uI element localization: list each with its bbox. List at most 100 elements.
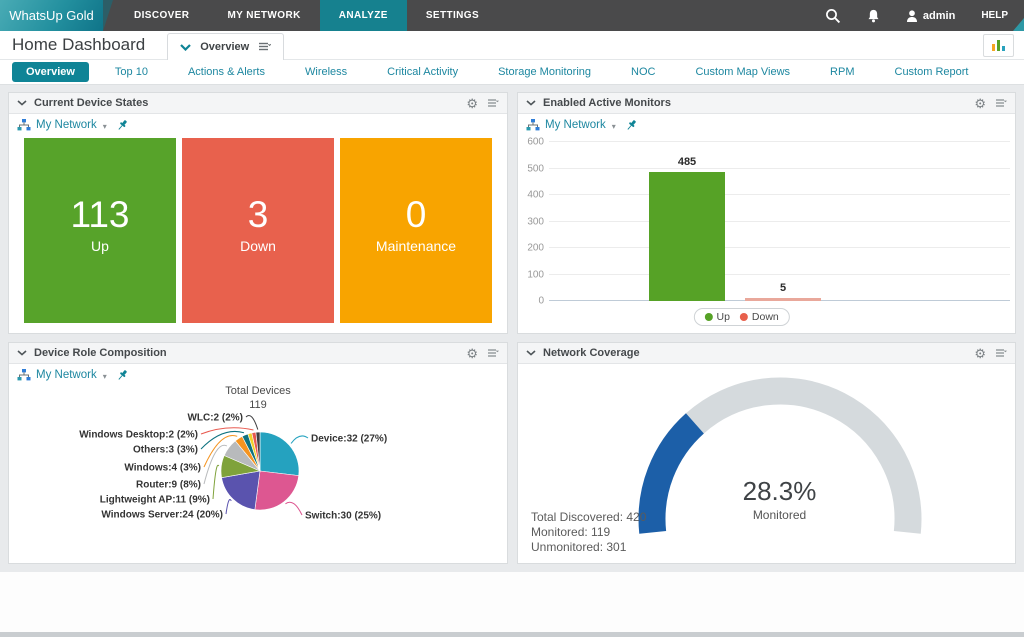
y-axis-tick: 200 (527, 243, 544, 254)
scope-selector[interactable]: My Network (545, 119, 606, 131)
tile-maintenance[interactable]: 0 Maintenance (340, 138, 492, 323)
tile-up[interactable]: 113 Up (24, 138, 176, 323)
tab-top-10[interactable]: Top 10 (101, 62, 162, 82)
tab-noc[interactable]: NOC (617, 62, 669, 82)
mini-bar-chart-icon (992, 44, 995, 51)
panel-title: Enabled Active Monitors (543, 97, 671, 109)
pie-label-wlc: WLC:2 (2%) (187, 413, 243, 424)
tab-actions-alerts[interactable]: Actions & Alerts (174, 62, 279, 82)
tab-custom-report[interactable]: Custom Report (881, 62, 983, 82)
tab-storage-monitoring[interactable]: Storage Monitoring (484, 62, 605, 82)
legend-dot (704, 313, 712, 321)
pie-label-device: Device:32 (27%) (311, 434, 387, 445)
tile-value: 0 (406, 194, 427, 236)
nav-item-settings[interactable]: SETTINGS (407, 0, 498, 31)
bar-value-label: 485 (678, 156, 696, 168)
gauge-percent: 28.3% (531, 476, 1016, 507)
legend-item-down: Down (740, 311, 779, 323)
caret-down-icon[interactable]: ▾ (103, 372, 107, 381)
dashboard-chart-button[interactable] (983, 34, 1014, 57)
collapse-chevron-icon[interactable] (17, 100, 27, 106)
pie-label-windows-server: Windows Server:24 (20%) (101, 510, 223, 521)
tile-value: 3 (248, 194, 269, 236)
bar-down (745, 298, 821, 301)
scope-selector[interactable]: My Network (36, 369, 97, 381)
nav-item-analyze[interactable]: ANALYZE (320, 0, 407, 31)
collapse-chevron-icon[interactable] (526, 100, 536, 106)
pie-label-router: Router:9 (8%) (136, 480, 201, 491)
corner-accent (1013, 18, 1024, 31)
tab-custom-map-views[interactable]: Custom Map Views (681, 62, 804, 82)
nav-item-discover[interactable]: DISCOVER (115, 0, 208, 31)
main-menu: DISCOVERMY NETWORKANALYZESETTINGS (115, 0, 498, 31)
coverage-stats: Total Discovered: 420Monitored: 119Unmon… (531, 510, 646, 555)
gridline (549, 141, 1010, 142)
pie-label-switch: Switch:30 (25%) (305, 511, 381, 522)
y-axis-tick: 500 (527, 163, 544, 174)
tile-label: Maintenance (376, 238, 456, 254)
chart-legend: Up Down (693, 308, 789, 326)
gridline (549, 194, 1010, 195)
top-navbar: WhatsUp Gold DISCOVERMY NETWORKANALYZESE… (0, 0, 1024, 31)
dashboard-header: Home Dashboard Overview (0, 31, 1024, 60)
user-icon (906, 10, 918, 22)
panel-menu-icon[interactable] (995, 99, 1007, 108)
tab-wireless[interactable]: Wireless (291, 62, 361, 82)
tile-down[interactable]: 3 Down (182, 138, 334, 323)
dashboard-view-selector[interactable]: Overview (167, 33, 284, 60)
stat-line: Monitored: 119 (531, 525, 646, 540)
panel-menu-icon[interactable] (487, 349, 499, 358)
y-axis-tick: 300 (527, 216, 544, 227)
panel-device-role-composition: Device Role Composition ⚙ My Network ▾ T… (8, 342, 508, 564)
gridline (549, 168, 1010, 169)
y-axis-tick: 600 (527, 137, 544, 148)
tab-critical-activity[interactable]: Critical Activity (373, 62, 472, 82)
collapse-chevron-icon[interactable] (17, 350, 27, 356)
panel-network-coverage: Network Coverage ⚙ 28.3% Monitored Total… (517, 342, 1016, 564)
tile-label: Up (91, 238, 109, 254)
pin-icon[interactable] (116, 119, 129, 132)
gridline (549, 221, 1010, 222)
collapse-chevron-icon[interactable] (526, 350, 536, 356)
panel-menu-icon[interactable] (995, 349, 1007, 358)
pie-chart: Total Devices 119 Device:32 (27%)Switch:… (9, 384, 507, 563)
search-icon[interactable] (825, 8, 841, 24)
nav-item-my-network[interactable]: MY NETWORK (208, 0, 319, 31)
gear-icon[interactable]: ⚙ (466, 347, 478, 360)
tile-value: 113 (71, 194, 130, 236)
caret-down-icon[interactable]: ▾ (103, 122, 107, 131)
pie-slice-device (260, 432, 299, 476)
y-axis-tick: 100 (527, 269, 544, 280)
panel-menu-icon[interactable] (487, 99, 499, 108)
user-menu[interactable]: admin (906, 10, 955, 22)
list-menu-icon (258, 42, 271, 52)
pin-icon[interactable] (625, 119, 638, 132)
pie-leader-line (246, 416, 258, 430)
gridline (549, 247, 1010, 248)
panel-title: Device Role Composition (34, 347, 167, 359)
tab-rpm[interactable]: RPM (816, 62, 868, 82)
y-axis-tick: 0 (538, 296, 544, 307)
tile-label: Down (240, 238, 276, 254)
page-background (0, 572, 1024, 632)
legend-dot (740, 313, 748, 321)
panel-current-device-states: Current Device States ⚙ My Network ▾ (8, 92, 508, 334)
app-logo[interactable]: WhatsUp Gold (0, 0, 103, 31)
gear-icon[interactable]: ⚙ (974, 347, 986, 360)
pie-svg: Device:32 (27%) Switch:30 (25%) Windows Se… (9, 384, 507, 564)
gear-icon[interactable]: ⚙ (466, 97, 478, 110)
tab-overview[interactable]: Overview (12, 62, 89, 82)
bar-up (649, 172, 725, 301)
caret-down-icon[interactable]: ▾ (612, 122, 616, 131)
scope-selector[interactable]: My Network (36, 119, 97, 131)
chevron-down-icon (180, 44, 191, 51)
notifications-bell-icon[interactable] (867, 9, 880, 23)
gear-icon[interactable]: ⚙ (974, 97, 986, 110)
panel-enabled-active-monitors: Enabled Active Monitors ⚙ My Network ▾ 0… (517, 92, 1016, 334)
help-link[interactable]: HELP (981, 10, 1008, 21)
bar-value-label: 5 (780, 282, 786, 294)
legend-item-up: Up (704, 311, 729, 323)
view-selector-label: Overview (200, 41, 249, 53)
whatsup-gold-app: WhatsUp Gold DISCOVERMY NETWORKANALYZESE… (0, 0, 1024, 637)
pin-icon[interactable] (116, 369, 129, 382)
